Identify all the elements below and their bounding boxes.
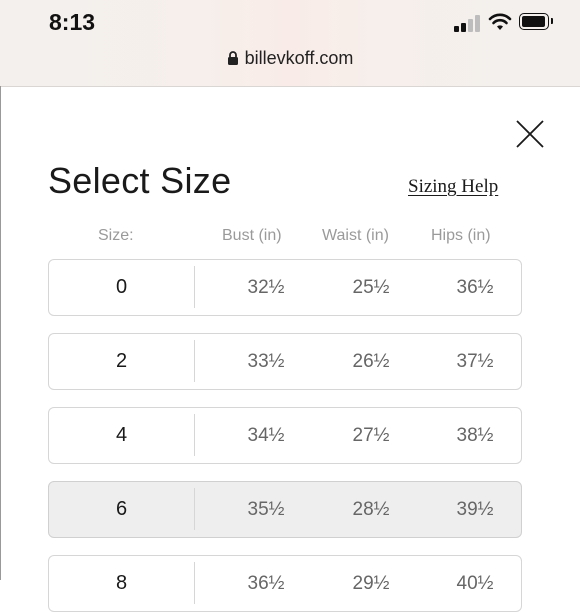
column-header-size: Size:	[98, 227, 134, 244]
sizing-help-link[interactable]: Sizing Help	[408, 176, 498, 198]
signal-icon	[454, 14, 482, 32]
column-header-hips: Hips (in)	[431, 227, 491, 244]
size-row-2[interactable]: 2 33½ 26½ 37½	[48, 333, 522, 390]
address-bar[interactable]: billevkoff.com	[0, 48, 580, 69]
size-value: 4	[115, 424, 128, 446]
size-value: 2	[115, 350, 128, 372]
hips-value: 37½	[456, 351, 494, 372]
battery-icon	[519, 13, 553, 31]
row-divider	[194, 562, 195, 604]
column-header-waist: Waist (in)	[322, 227, 389, 244]
size-row-4[interactable]: 4 34½ 27½ 38½	[48, 407, 522, 464]
size-value: 8	[115, 572, 128, 594]
row-divider	[194, 340, 195, 382]
waist-value: 28½	[352, 499, 390, 520]
bust-value: 33½	[247, 351, 285, 372]
status-time: 8:13	[49, 9, 96, 35]
size-row-0[interactable]: 0 32½ 25½ 36½	[48, 259, 522, 316]
hips-value: 36½	[456, 277, 494, 298]
waist-value: 25½	[352, 277, 390, 298]
waist-value: 27½	[352, 425, 390, 446]
bust-value: 35½	[247, 499, 285, 520]
close-icon[interactable]	[515, 119, 545, 149]
bust-value: 32½	[247, 277, 285, 298]
column-header-bust: Bust (in)	[222, 227, 282, 244]
row-divider	[194, 266, 195, 308]
row-divider	[194, 488, 195, 530]
bust-value: 34½	[247, 425, 285, 446]
modal-title: Select Size	[48, 160, 232, 201]
size-value: 0	[115, 276, 128, 298]
waist-value: 26½	[352, 351, 390, 372]
hips-value: 40½	[456, 573, 494, 594]
modal-edge	[0, 86, 1, 580]
hips-value: 39½	[456, 499, 494, 520]
size-value: 6	[115, 498, 128, 520]
lock-icon	[227, 51, 238, 65]
wifi-icon	[488, 13, 512, 30]
row-divider	[194, 414, 195, 456]
size-row-6[interactable]: 6 35½ 28½ 39½	[48, 481, 522, 538]
status-bar: 8:13 billevkoff.com	[0, 0, 580, 87]
url-text: billevkoff.com	[244, 48, 354, 68]
hips-value: 38½	[456, 425, 494, 446]
size-row-8[interactable]: 8 36½ 29½ 40½	[48, 555, 522, 612]
bust-value: 36½	[247, 573, 285, 594]
waist-value: 29½	[352, 573, 390, 594]
